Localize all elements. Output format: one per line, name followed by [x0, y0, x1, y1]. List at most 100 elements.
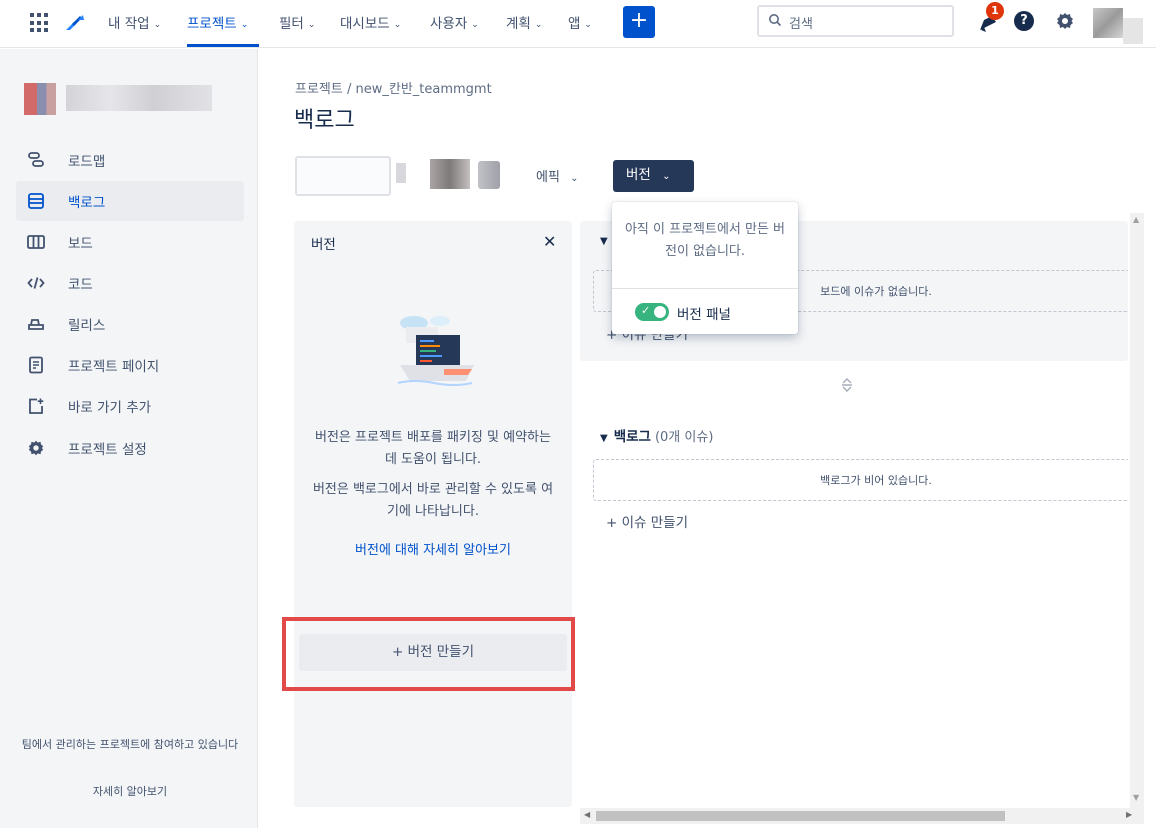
no-versions-message: 아직 이 프로젝트에서 만든 버전이 없습니다.: [624, 222, 786, 259]
scrollbar-thumb[interactable]: [596, 811, 1005, 821]
search-placeholder: 검색: [789, 17, 813, 32]
nav-people[interactable]: 사용자 ⌄: [430, 12, 479, 32]
search-icon: [769, 14, 782, 27]
learn-more-link[interactable]: 버전에 대해 자세히 알아보기: [308, 539, 558, 558]
nav-dashboards-label: 대시보드: [340, 16, 390, 32]
sidebar-footer-text: 팀에서 관리하는 프로젝트에 참여하고 있습니다: [21, 738, 239, 751]
active-nav-indicator: [187, 44, 259, 47]
version-panel-description: 버전은 프로젝트 배포를 패키징 및 예약하는 데 도움이 됩니다.: [315, 430, 551, 467]
board-icon: [26, 232, 46, 252]
nav-my-work[interactable]: 내 작업 ⌄: [108, 12, 161, 32]
version-panel-toggle[interactable]: ✓: [635, 303, 669, 321]
nav-filters[interactable]: 필터 ⌄: [279, 12, 315, 32]
release-icon: [26, 314, 46, 334]
sidebar-item-label: 바로 가기 추가: [68, 400, 152, 416]
sidebar-item-board[interactable]: 보드: [16, 222, 244, 262]
code-icon: [26, 273, 46, 293]
nav-apps[interactable]: 앱 ⌄: [568, 12, 592, 32]
redacted-avatar[interactable]: [478, 161, 500, 189]
sidebar-item-label: 백로그: [68, 195, 106, 211]
redacted-avatar: [396, 163, 406, 183]
chevron-down-icon: ⌄: [584, 20, 592, 30]
search-backlog-input[interactable]: [295, 156, 391, 196]
nav-dashboards[interactable]: 대시보드 ⌄: [340, 12, 401, 32]
vertical-scrollbar[interactable]: ▲ ▼: [1130, 213, 1144, 808]
backlog-icon: [26, 191, 46, 211]
sidebar-item-releases[interactable]: 릴리스: [16, 304, 244, 344]
version-filter-label: 버전: [626, 167, 651, 183]
project-avatar[interactable]: [24, 83, 56, 115]
search-input[interactable]: 검색: [757, 5, 954, 37]
version-dropdown-menu: 아직 이 프로젝트에서 만든 버전이 없습니다. ✓ 버전 패널: [612, 202, 798, 334]
close-icon[interactable]: ✕: [543, 232, 556, 251]
chevron-down-icon: ⌄: [471, 20, 479, 30]
chevron-down-icon: ⌄: [307, 20, 316, 30]
check-icon: ✓: [641, 304, 651, 317]
page-icon: [26, 355, 46, 375]
scroll-down-icon[interactable]: ▼: [1133, 793, 1139, 802]
epic-filter-label: 에픽: [536, 170, 560, 185]
nav-apps-label: 앱: [568, 16, 581, 32]
sidebar-item-project-pages[interactable]: 프로젝트 페이지: [16, 345, 244, 385]
project-sidebar: 로드맵 백로그 보드 코드 릴리스 프로젝트 페이지 바로 가기 추가 프로젝트…: [0, 49, 258, 828]
nav-projects-label: 프로젝트: [187, 16, 237, 32]
toggle-knob: [654, 306, 666, 318]
create-button[interactable]: +: [623, 6, 655, 38]
scroll-up-icon[interactable]: ▲: [1133, 215, 1139, 224]
resize-handle-icon[interactable]: [838, 376, 856, 394]
nav-my-work-label: 내 작업: [108, 16, 150, 32]
nav-projects[interactable]: 프로젝트 ⌄: [187, 12, 248, 32]
project-name-redacted[interactable]: [66, 85, 212, 111]
version-panel-description-2: 버전은 백로그에서 바로 관리할 수 있도록 여기에 나타납니다.: [312, 482, 554, 519]
backlog-create-issue-button[interactable]: + 이슈 만들기: [606, 511, 688, 531]
chevron-down-icon: ⌄: [240, 20, 249, 30]
roadmap-icon: [26, 150, 46, 170]
backlog-count: (0개 이슈): [654, 430, 714, 445]
sidebar-item-label: 릴리스: [68, 318, 106, 334]
settings-gear-icon[interactable]: [1055, 11, 1075, 31]
gear-icon: [26, 438, 46, 458]
top-navigation: 내 작업 ⌄ 프로젝트 ⌄ 필터 ⌄ 대시보드 ⌄ 사용자 ⌄ 계획 ⌄ 앱 ⌄ + 검색 1…: [0, 0, 1156, 48]
nav-plans[interactable]: 계획 ⌄: [506, 12, 542, 32]
highlight-box: [282, 617, 575, 691]
backlog-header[interactable]: ▼ 백로그 (0개 이슈): [600, 425, 713, 445]
chevron-down-icon: ▼: [600, 433, 608, 444]
app-switcher-icon[interactable]: [30, 13, 50, 33]
scroll-left-icon[interactable]: ◀: [584, 810, 590, 819]
help-icon[interactable]: ?: [1014, 11, 1034, 31]
chevron-down-icon: ⌄: [662, 171, 671, 182]
sidebar-item-label: 로드맵: [68, 154, 106, 170]
horizontal-scrollbar[interactable]: ◀ ▶: [580, 808, 1144, 824]
sidebar-item-code[interactable]: 코드: [16, 263, 244, 303]
notification-badge: 1: [986, 2, 1004, 20]
sidebar-item-label: 보드: [68, 236, 93, 252]
sidebar-item-project-settings[interactable]: 프로젝트 설정: [16, 428, 244, 468]
backlog-title: 백로그: [613, 429, 651, 445]
scroll-right-icon[interactable]: ▶: [1126, 810, 1132, 819]
chevron-down-icon: ⌄: [393, 20, 402, 30]
user-avatar[interactable]: [1093, 8, 1123, 38]
breadcrumb[interactable]: 프로젝트 / new_칸반_teammgmt: [295, 78, 492, 97]
user-avatar-edge: [1123, 18, 1143, 44]
sidebar-footer-link[interactable]: 자세히 알아보기: [16, 783, 244, 799]
add-shortcut-icon: [26, 396, 46, 416]
jira-logo-icon[interactable]: [62, 10, 86, 34]
nav-people-label: 사용자: [430, 16, 468, 32]
chevron-down-icon: ⌄: [534, 20, 543, 30]
divider: [612, 288, 798, 289]
nav-filters-label: 필터: [279, 16, 304, 32]
sidebar-item-roadmap[interactable]: 로드맵: [16, 140, 244, 180]
version-panel-toggle-label[interactable]: 버전 패널: [677, 303, 731, 323]
page-title: 백로그: [294, 108, 355, 133]
redacted-avatar[interactable]: [430, 159, 470, 189]
sidebar-item-add-shortcut[interactable]: 바로 가기 추가: [16, 386, 244, 426]
chevron-down-icon[interactable]: ▼: [600, 236, 608, 247]
version-filter-button[interactable]: 버전 ⌄: [613, 160, 694, 192]
sprint-empty-text: 보드에 이슈가 없습니다.: [820, 285, 932, 298]
version-panel: 버전 ✕ 버전은 프로젝트 배포를 패키징 및 예약하는 데 도움이 됩니다. …: [294, 221, 572, 807]
chevron-down-icon: ⌄: [570, 173, 579, 184]
epic-filter-button[interactable]: 에픽 ⌄: [536, 166, 578, 185]
chevron-down-icon: ⌄: [153, 20, 162, 30]
sidebar-item-backlog[interactable]: 백로그: [16, 181, 244, 221]
sidebar-item-label: 프로젝트 페이지: [68, 359, 160, 375]
